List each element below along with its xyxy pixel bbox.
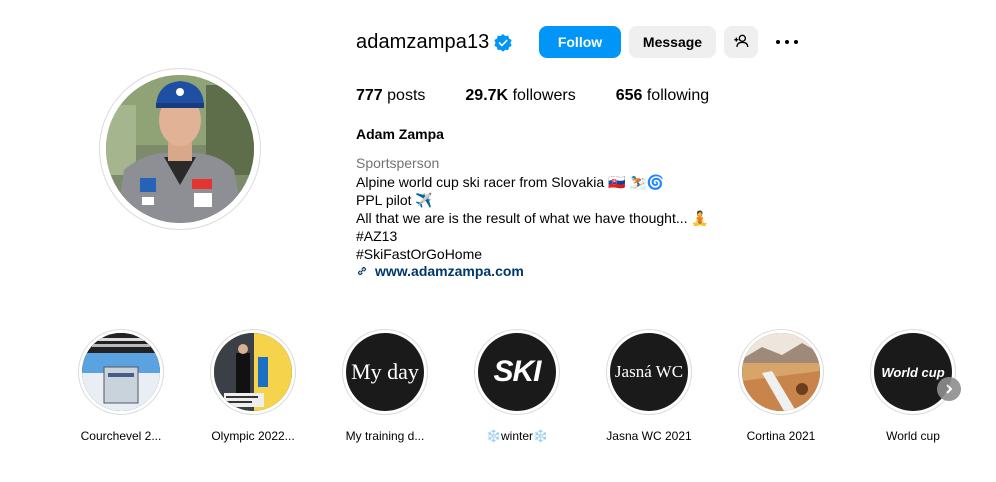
link-icon: [356, 264, 370, 278]
highlight-item[interactable]: Courchevel 2...: [71, 329, 171, 443]
highlight-cover: SKI: [478, 333, 556, 411]
highlight-cover: [214, 333, 292, 411]
highlight-label: Olympic 2022...: [211, 429, 295, 443]
highlight-cover: My day: [346, 333, 424, 411]
highlight-cover: Jasná WC: [610, 333, 688, 411]
bio-line: All that we are is the result of what we…: [356, 210, 709, 226]
highlight-item[interactable]: Cortina 2021: [731, 329, 831, 443]
highlight-label: My training d...: [345, 429, 425, 443]
category-label: Sportsperson: [356, 155, 440, 171]
highlight-label: World cup: [886, 429, 940, 443]
add-user-icon: [733, 33, 749, 52]
following-stat[interactable]: 656 following: [616, 87, 709, 105]
highlight-item[interactable]: My day My training d...: [335, 329, 435, 443]
follow-button[interactable]: Follow: [539, 26, 621, 58]
highlight-label: Courchevel 2...: [80, 429, 162, 443]
highlight-label: ❄️winter❄️: [486, 429, 548, 443]
bio-line: PPL pilot ✈️: [356, 192, 433, 208]
highlight-item[interactable]: Jasná WC Jasna WC 2021: [599, 329, 699, 443]
more-options-icon[interactable]: [776, 33, 798, 51]
highlight-cover: World cup: [874, 333, 952, 411]
message-button[interactable]: Message: [629, 26, 716, 58]
verified-badge-icon: [493, 33, 513, 53]
website-link[interactable]: www.adamzampa.com: [356, 263, 524, 279]
bio-text: Alpine world cup ski racer from Slovakia…: [356, 173, 709, 263]
bio-line[interactable]: #SkiFastOrGoHome: [356, 245, 709, 263]
highlight-item[interactable]: SKI ❄️winter❄️: [467, 329, 567, 443]
username: adamzampa13: [356, 31, 490, 53]
highlight-label: Jasna WC 2021: [606, 429, 692, 443]
highlight-label: Cortina 2021: [746, 429, 816, 443]
suggested-users-button[interactable]: [724, 26, 758, 58]
followers-stat[interactable]: 29.7K followers: [465, 87, 575, 105]
avatar[interactable]: [106, 75, 254, 223]
chevron-right-icon[interactable]: [937, 377, 961, 401]
highlight-cover: [742, 333, 820, 411]
posts-stat: 777 posts: [356, 87, 426, 104]
highlight-cover: [82, 333, 160, 411]
bio-line: Alpine world cup ski racer from Slovakia…: [356, 174, 665, 190]
bio-line[interactable]: #AZ13: [356, 227, 709, 245]
highlight-item[interactable]: Olympic 2022...: [203, 329, 303, 443]
profile-stats: 777 posts 29.7K followers 656 following: [356, 87, 749, 105]
full-name: Adam Zampa: [356, 126, 444, 142]
